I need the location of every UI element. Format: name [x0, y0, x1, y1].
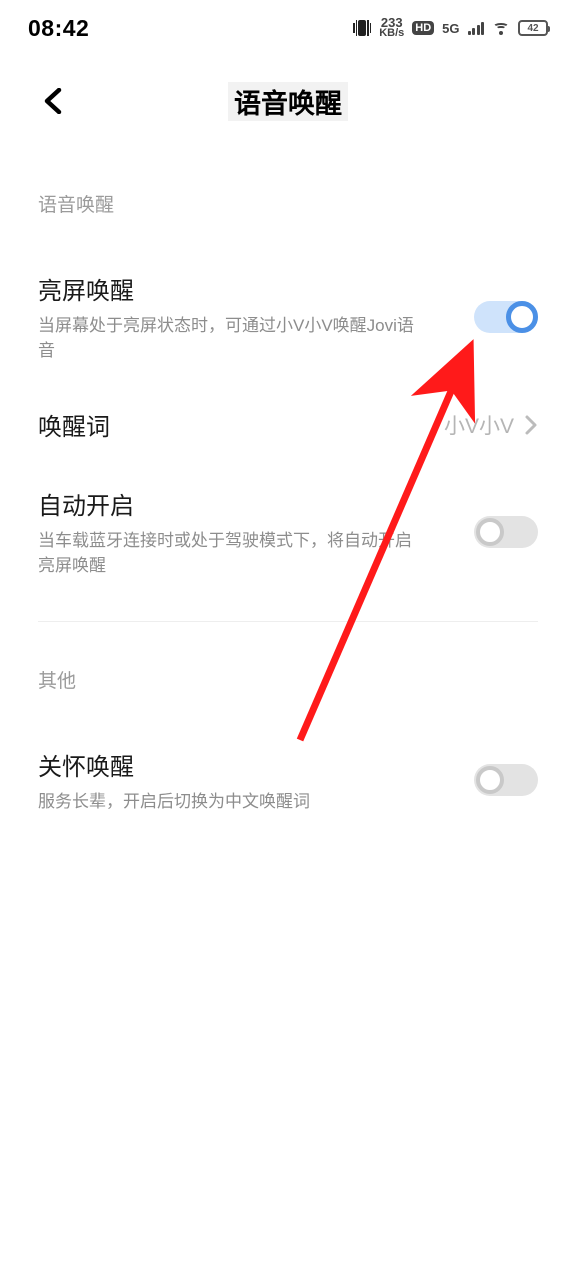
- wake-word-title: 唤醒词: [38, 407, 444, 442]
- battery-icon: 42: [518, 20, 548, 36]
- row-wake-word[interactable]: 唤醒词 小V小V: [38, 381, 538, 468]
- status-right: 233 KB/s HD 5G 42: [353, 18, 548, 38]
- hd-badge: HD: [412, 21, 434, 35]
- care-wake-toggle[interactable]: [474, 764, 538, 796]
- status-time: 08:42: [28, 15, 89, 42]
- care-wake-title: 关怀唤醒: [38, 747, 474, 782]
- network-type: 5G: [442, 21, 459, 36]
- status-bar: 08:42 233 KB/s HD 5G 42: [0, 0, 576, 56]
- network-speed: 233 KB/s: [379, 18, 404, 38]
- signal-icon: [468, 21, 485, 35]
- row-care-wake: 关怀唤醒 服务长辈，开启后切换为中文唤醒词: [38, 729, 538, 833]
- chevron-right-icon: [524, 414, 538, 436]
- screen-on-wake-toggle[interactable]: [474, 301, 538, 333]
- wake-word-value: 小V小V: [444, 410, 514, 440]
- section-label-other: 其他: [38, 666, 538, 693]
- chevron-left-icon: [43, 88, 65, 114]
- care-wake-sub: 服务长辈，开启后切换为中文唤醒词: [38, 790, 418, 815]
- page-title: 语音唤醒: [228, 82, 348, 121]
- vibrate-icon: [353, 19, 371, 37]
- row-screen-on-wake: 亮屏唤醒 当屏幕处于亮屏状态时，可通过小V小V唤醒Jovi语音: [38, 253, 538, 381]
- divider: [38, 621, 538, 622]
- auto-on-toggle[interactable]: [474, 516, 538, 548]
- auto-on-sub: 当车载蓝牙连接时或处于驾驶模式下，将自动开启亮屏唤醒: [38, 529, 418, 578]
- back-button[interactable]: [36, 83, 72, 119]
- wifi-icon: [492, 21, 510, 35]
- screen-on-wake-sub: 当屏幕处于亮屏状态时，可通过小V小V唤醒Jovi语音: [38, 314, 418, 363]
- page-header: 语音唤醒: [0, 56, 576, 146]
- section-label-voice: 语音唤醒: [38, 190, 538, 217]
- row-auto-on: 自动开启 当车载蓝牙连接时或处于驾驶模式下，将自动开启亮屏唤醒: [38, 468, 538, 596]
- auto-on-title: 自动开启: [38, 486, 474, 521]
- screen-on-wake-title: 亮屏唤醒: [38, 271, 474, 306]
